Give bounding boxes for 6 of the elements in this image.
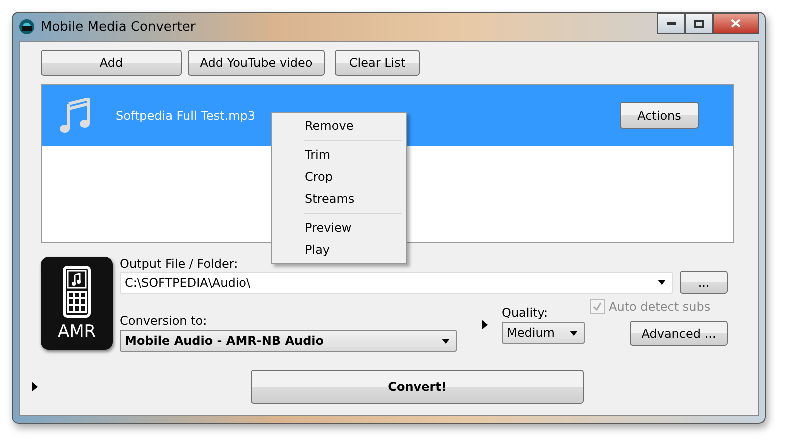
file-name: Softpedia Full Test.mp3 <box>116 108 257 122</box>
window-title: Mobile Media Converter <box>41 20 197 34</box>
conversion-label: Conversion to: <box>120 314 208 328</box>
format-label: AMR <box>58 322 96 342</box>
quality-label: Quality: <box>502 306 550 320</box>
output-label: Output File / Folder: <box>120 257 240 271</box>
